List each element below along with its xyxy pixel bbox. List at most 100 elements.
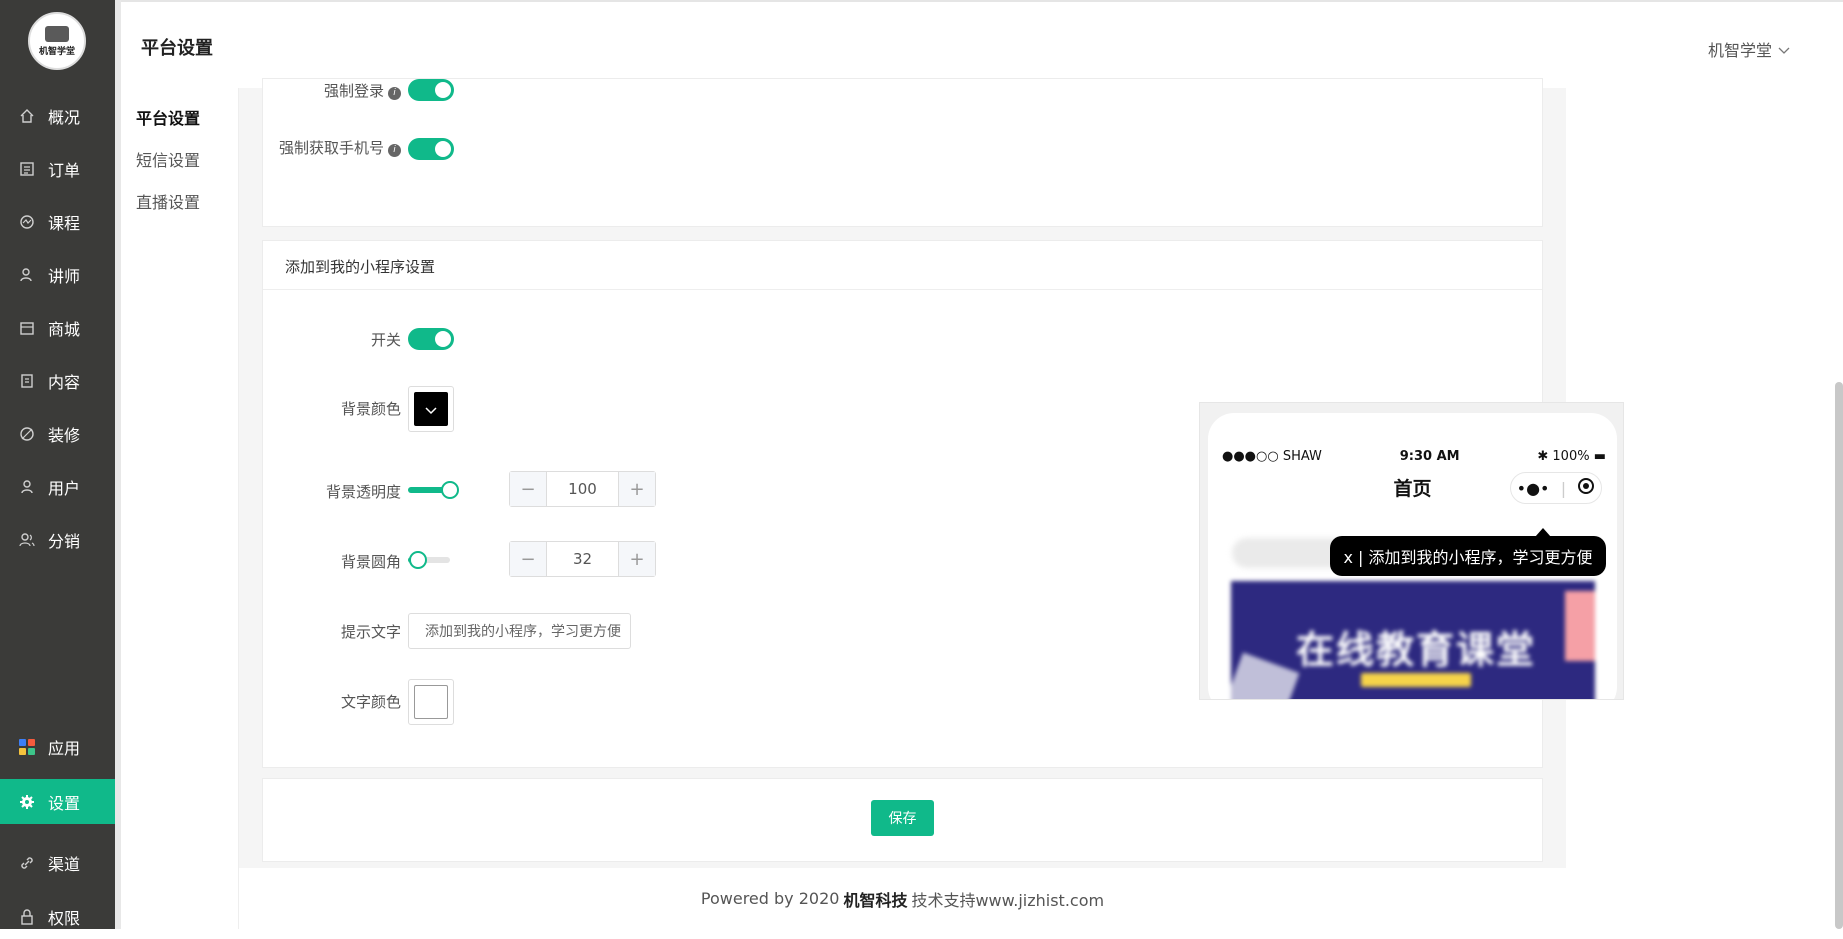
capsule-menu: •●• | xyxy=(1510,472,1602,504)
card-title: 添加到我的小程序设置 xyxy=(285,258,436,276)
save-bar: 保存 xyxy=(262,778,1543,862)
banner-button xyxy=(1361,673,1471,687)
increment-button[interactable]: + xyxy=(619,472,655,506)
sidebar-item-apps[interactable]: 应用 xyxy=(0,725,115,769)
sidebar-item-label: 权限 xyxy=(48,909,81,928)
distribution-icon xyxy=(18,531,36,549)
bg-opacity-value[interactable]: 100 xyxy=(546,472,619,506)
user-name: 机智学堂 xyxy=(1708,41,1773,60)
slider-handle[interactable] xyxy=(409,551,427,569)
bg-color-label: 背景颜色 xyxy=(340,400,401,418)
decrement-button[interactable]: − xyxy=(510,472,546,506)
lock-icon xyxy=(18,908,36,926)
banner-decoration xyxy=(1565,591,1595,661)
increment-button[interactable]: + xyxy=(619,542,655,576)
sidebar-item-label: 课程 xyxy=(48,214,81,233)
subnav-platform-settings[interactable]: 平台设置 xyxy=(136,105,200,129)
bg-opacity-stepper: − 100 + xyxy=(509,471,656,507)
switch-label: 开关 xyxy=(370,331,401,349)
channel-icon xyxy=(18,854,36,872)
logo-text: 机智学堂 xyxy=(38,46,75,57)
mini-program-switch[interactable] xyxy=(408,328,454,350)
sidebar-item-label: 订单 xyxy=(48,161,81,180)
subnav-live-settings[interactable]: 直播设置 xyxy=(136,189,200,213)
force-phone-switch[interactable] xyxy=(408,138,454,160)
bg-radius-label: 背景圆角 xyxy=(340,553,401,571)
sidebar-item-orders[interactable]: 订单 xyxy=(0,147,115,191)
home-icon xyxy=(18,107,36,125)
bg-opacity-label: 背景透明度 xyxy=(325,483,401,501)
divider xyxy=(263,289,1542,290)
decrement-button[interactable]: − xyxy=(510,542,546,576)
info-icon[interactable]: i xyxy=(388,87,401,100)
force-login-label: 强制登录 i xyxy=(283,80,401,101)
bg-color-picker[interactable] xyxy=(408,386,454,432)
sidebar-item-overview[interactable]: 概况 xyxy=(0,94,115,138)
sidebar-item-settings[interactable]: 设置 xyxy=(0,779,115,824)
battery: ✱ 100% ▬ xyxy=(1537,449,1606,464)
bluetooth-icon: ✱ xyxy=(1537,449,1553,464)
tip-text-input[interactable]: 添加到我的小程序，学习更方便 xyxy=(408,613,631,649)
teacher-icon xyxy=(18,266,36,284)
time: 9:30 AM xyxy=(1399,449,1460,464)
chevron-down-icon xyxy=(425,400,437,419)
sidebar-item-label: 概况 xyxy=(48,108,81,127)
sidebar-item-label: 商城 xyxy=(48,320,81,339)
sidebar-item-label: 应用 xyxy=(48,739,81,758)
target-icon xyxy=(1577,477,1595,499)
gear-icon xyxy=(18,793,36,811)
page-title: 平台设置 xyxy=(141,38,213,59)
chevron-down-icon xyxy=(1778,40,1790,59)
logo[interactable]: 机智学堂 xyxy=(28,12,86,70)
sidebar-item-label: 用户 xyxy=(48,479,81,498)
page-scrollbar[interactable] xyxy=(1835,382,1843,929)
sidebar-item-channel[interactable]: 渠道 xyxy=(0,841,115,885)
sidebar-item-distribution[interactable]: 分销 xyxy=(0,518,115,562)
sidebar-item-users[interactable]: 用户 xyxy=(0,465,115,509)
sidebar-item-store[interactable]: 商城 xyxy=(0,306,115,350)
course-icon xyxy=(18,213,36,231)
battery-icon: ▬ xyxy=(1589,449,1606,464)
banner-text: 在线教育课堂 xyxy=(1296,628,1537,672)
footer-brand: 机智科技 xyxy=(843,890,908,910)
logo-crest-icon xyxy=(45,25,69,42)
login-settings-card: 强制登录 i 强制获取手机号 i xyxy=(262,78,1543,227)
sidebar-item-label: 讲师 xyxy=(48,267,81,286)
footer-suffix: 技术支持www.jizhist.com xyxy=(911,890,1105,910)
bg-opacity-slider[interactable] xyxy=(408,481,459,499)
subnav-sms-settings[interactable]: 短信设置 xyxy=(136,147,200,171)
carrier: ●●●○○ SHAW xyxy=(1222,449,1322,464)
mini-program-card: 添加到我的小程序设置 开关 背景颜色 背景透明度 − 100 + 背景圆角 − … xyxy=(262,240,1624,768)
sidebar-item-content[interactable]: 内容 xyxy=(0,359,115,403)
user-icon xyxy=(18,478,36,496)
blurred-banner: 在线教育课堂 xyxy=(1231,581,1595,699)
force-login-switch[interactable] xyxy=(408,79,454,101)
sidebar-item-permissions[interactable]: 权限 xyxy=(0,895,115,939)
slider-handle[interactable] xyxy=(441,481,459,499)
store-icon xyxy=(18,319,36,337)
main-content: 强制登录 i 强制获取手机号 i 添加到我的小程序设置 开关 背景颜色 背景透明度 … xyxy=(239,78,1624,868)
footer-prefix: Powered by 2020 xyxy=(700,889,840,908)
text-color-picker[interactable] xyxy=(408,679,454,725)
user-menu[interactable]: 机智学堂 xyxy=(1708,37,1790,61)
phone-screen: ●●●○○ SHAW 9:30 AM ✱ 100% ▬ 首页 •●• | x |… xyxy=(1208,413,1617,699)
phone-preview: ●●●○○ SHAW 9:30 AM ✱ 100% ▬ 首页 •●• | x |… xyxy=(1199,402,1624,700)
order-icon xyxy=(18,160,36,178)
sidebar-item-label: 内容 xyxy=(48,373,81,392)
add-mini-program-tip: x | 添加到我的小程序，学习更方便 xyxy=(1330,536,1606,576)
bg-color-swatch xyxy=(414,392,448,426)
force-phone-label: 强制获取手机号 i xyxy=(263,137,401,158)
content-icon xyxy=(18,372,36,390)
bg-radius-value[interactable]: 32 xyxy=(546,542,619,576)
sidebar-item-label: 装修 xyxy=(48,426,81,445)
sidebar-item-label: 渠道 xyxy=(48,855,81,874)
banner-decoration xyxy=(1231,652,1300,699)
sidebar-item-teachers[interactable]: 讲师 xyxy=(0,253,115,297)
footer: Powered by 2020 机智科技 技术支持www.jizhist.com xyxy=(239,868,1566,929)
info-icon[interactable]: i xyxy=(388,144,401,157)
bg-radius-slider[interactable] xyxy=(408,551,450,569)
sidebar-item-decorate[interactable]: 装修 xyxy=(0,412,115,456)
sidebar: 机智学堂 概况 订单 课程 讲师 商城 内容 装修 用户 分销 应用 设置 渠道… xyxy=(0,0,115,929)
save-button[interactable]: 保存 xyxy=(871,800,934,836)
sidebar-item-courses[interactable]: 课程 xyxy=(0,200,115,244)
